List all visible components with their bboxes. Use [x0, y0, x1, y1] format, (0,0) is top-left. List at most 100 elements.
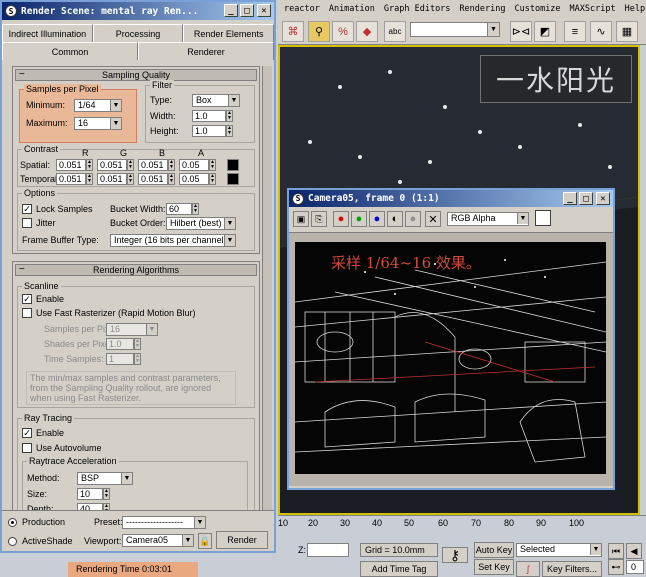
- time-samples-spinner[interactable]: 1 ▲ ▼: [106, 353, 141, 365]
- schematic-icon[interactable]: ▦: [616, 21, 638, 42]
- preset-dropdown[interactable]: ------------------- ▼: [122, 516, 206, 529]
- tab-render-elements[interactable]: Render Elements: [183, 24, 275, 42]
- spinner-arrows-icon[interactable]: ▲▼: [86, 159, 93, 171]
- menu-help[interactable]: Help: [625, 4, 645, 14]
- background-color-swatch[interactable]: [535, 210, 551, 226]
- minimum-samples-dropdown[interactable]: 1/64 ▼: [74, 99, 122, 112]
- filter-type-dropdown[interactable]: Box ▼: [192, 94, 240, 107]
- menu-graph-editors[interactable]: Graph Editors: [384, 4, 451, 14]
- menu-rendering[interactable]: Rendering: [459, 4, 505, 14]
- close-icon[interactable]: ✕: [596, 192, 610, 205]
- monochrome-icon[interactable]: ●: [405, 211, 421, 227]
- named-selection-dropdown[interactable]: ▼: [410, 22, 500, 37]
- samples-per-pixel-dropdown[interactable]: 16 ▼: [106, 323, 158, 336]
- z-coordinate-field[interactable]: [307, 543, 349, 557]
- render-button[interactable]: Render: [216, 531, 268, 549]
- save-icon[interactable]: ▣: [293, 211, 309, 227]
- frame-buffer-dropdown[interactable]: Integer (16 bits per channel) ▼: [110, 234, 236, 247]
- spatial-b-spinner[interactable]: 0.051 ▲ ▼: [138, 159, 175, 171]
- tab-processing[interactable]: Processing: [92, 24, 184, 42]
- lock-icon[interactable]: 🔒: [198, 533, 212, 549]
- size-spinner[interactable]: 10 ▲ ▼: [77, 488, 110, 500]
- method-dropdown[interactable]: BSP ▼: [77, 472, 133, 485]
- maximize-icon[interactable]: □: [240, 4, 254, 17]
- abc-edit-icon[interactable]: abc: [384, 21, 406, 42]
- percent-snap-icon[interactable]: %: [332, 21, 354, 42]
- spinner-arrows-icon[interactable]: ▲▼: [226, 125, 233, 137]
- auto-key-button[interactable]: Auto Key: [474, 542, 514, 558]
- spinner-arrows-icon[interactable]: ▲▼: [226, 110, 233, 122]
- key-selection-dropdown[interactable]: Selected ▼: [516, 543, 602, 557]
- key-filters-button[interactable]: Key Filters...: [542, 561, 602, 577]
- magnet-icon[interactable]: ⌘: [282, 21, 304, 42]
- activeshade-radio[interactable]: [8, 537, 17, 546]
- minimize-icon[interactable]: _: [563, 192, 577, 205]
- copy-icon[interactable]: ⎘: [311, 211, 327, 227]
- menu-maxscript[interactable]: MAXScript: [570, 4, 616, 14]
- angle-snap-icon[interactable]: ⚲: [308, 21, 330, 42]
- spinner-snap-icon[interactable]: ◆: [356, 21, 378, 42]
- camera-window-titlebar[interactable]: S Camera05, frame 0 (1:1) _ □ ✕: [289, 190, 613, 207]
- go-to-start-icon[interactable]: ⏮: [608, 543, 624, 559]
- spinner-arrows-icon[interactable]: ▲▼: [103, 488, 110, 500]
- spinner-arrows-icon[interactable]: ▲▼: [209, 159, 216, 171]
- render-dialog-titlebar[interactable]: S Render Scene: mental ray Ren... _ □ ✕: [2, 2, 274, 20]
- spinner-arrows-icon[interactable]: ▲▼: [127, 159, 134, 171]
- spinner-arrows-icon[interactable]: ▲▼: [127, 173, 134, 185]
- layer-icon[interactable]: ≡: [564, 21, 586, 42]
- maximize-icon[interactable]: □: [579, 192, 593, 205]
- key-mode-toggle-icon[interactable]: ⊷: [608, 559, 624, 575]
- add-time-tag-button[interactable]: Add Time Tag: [360, 561, 438, 577]
- key-mode-icon[interactable]: ʃ: [516, 561, 540, 577]
- spinner-arrows-icon[interactable]: ▲▼: [134, 353, 141, 365]
- blue-channel-icon[interactable]: ●: [369, 211, 385, 227]
- temporal-r-spinner[interactable]: 0.051 ▲ ▼: [56, 173, 93, 185]
- align-icon[interactable]: ◩: [534, 21, 556, 42]
- spinner-arrows-icon[interactable]: ▲▼: [209, 173, 216, 185]
- spinner-arrows-icon[interactable]: ▲▼: [168, 173, 175, 185]
- spatial-g-spinner[interactable]: 0.051 ▲ ▼: [97, 159, 134, 171]
- spatial-a-spinner[interactable]: 0.05 ▲ ▼: [179, 159, 216, 171]
- spatial-color-swatch[interactable]: [227, 159, 239, 171]
- previous-frame-icon[interactable]: ◀: [626, 543, 642, 559]
- spinner-arrows-icon[interactable]: ▲▼: [86, 173, 93, 185]
- curve-editor-icon[interactable]: ∿: [590, 21, 612, 42]
- time-slider-ruler[interactable]: 10 20 30 40 50 60 70 80 90 100: [278, 515, 646, 539]
- minimize-icon[interactable]: _: [224, 4, 238, 17]
- production-radio[interactable]: [8, 518, 17, 527]
- current-frame-field[interactable]: 0: [626, 560, 644, 574]
- menu-reactor[interactable]: reactor: [284, 4, 320, 14]
- scanline-enable-checkbox[interactable]: ✓: [22, 294, 32, 304]
- rollout-scrollbar[interactable]: [262, 66, 272, 518]
- clear-icon[interactable]: ✕: [425, 211, 441, 227]
- mirror-icon[interactable]: ⊳⊲: [510, 21, 532, 42]
- raytrace-enable-checkbox[interactable]: ✓: [22, 428, 32, 438]
- alpha-channel-icon[interactable]: ◐: [387, 211, 403, 227]
- fast-rasterizer-checkbox[interactable]: [22, 308, 32, 318]
- viewport-dropdown[interactable]: Camera05 ▼: [122, 534, 194, 547]
- temporal-color-swatch[interactable]: [227, 173, 239, 185]
- jitter-checkbox[interactable]: [22, 218, 32, 228]
- tab-renderer[interactable]: Renderer: [138, 42, 274, 60]
- set-key-button[interactable]: Set Key: [474, 559, 514, 575]
- lock-samples-checkbox[interactable]: ✓: [22, 204, 32, 214]
- channel-dropdown[interactable]: RGB Alpha ▼: [447, 212, 529, 226]
- bucket-order-dropdown[interactable]: Hilbert (best) ▼: [166, 217, 236, 230]
- spatial-r-spinner[interactable]: 0.051 ▲ ▼: [56, 159, 93, 171]
- temporal-b-spinner[interactable]: 0.051 ▲ ▼: [138, 173, 175, 185]
- shades-per-pixel-spinner[interactable]: 1.0 ▲ ▼: [106, 338, 141, 350]
- spinner-arrows-icon[interactable]: ▲▼: [134, 338, 141, 350]
- sampling-quality-header[interactable]: − Sampling Quality: [15, 69, 257, 81]
- filter-width-spinner[interactable]: 1.0 ▲ ▼: [192, 110, 233, 122]
- temporal-g-spinner[interactable]: 0.051 ▲ ▼: [97, 173, 134, 185]
- spinner-arrows-icon[interactable]: ▲▼: [192, 203, 199, 215]
- menu-customize[interactable]: Customize: [514, 4, 560, 14]
- close-icon[interactable]: ✕: [257, 4, 271, 17]
- autovolume-checkbox[interactable]: [22, 443, 32, 453]
- tab-indirect-illumination[interactable]: Indirect Illumination: [2, 24, 93, 42]
- green-channel-icon[interactable]: ●: [351, 211, 367, 227]
- rendering-algorithms-header[interactable]: − Rendering Algorithms: [15, 264, 257, 276]
- maximum-samples-dropdown[interactable]: 16 ▼: [74, 117, 122, 130]
- key-icon[interactable]: ⚷: [442, 547, 468, 563]
- menu-animation[interactable]: Animation: [329, 4, 375, 14]
